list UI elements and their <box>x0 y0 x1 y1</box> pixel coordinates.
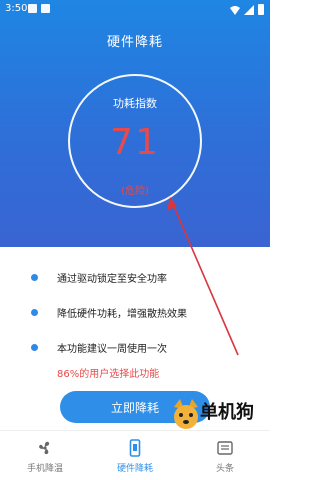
signal-icon <box>244 4 254 15</box>
bullet-icon <box>31 274 38 281</box>
status-bar: 3:50 <box>0 0 270 20</box>
tab-label: 手机降温 <box>26 464 63 474</box>
tab-label: 头条 <box>215 464 234 474</box>
tab-headlines[interactable]: 头条 <box>180 431 270 480</box>
notification-icons <box>28 4 50 13</box>
tab-phone-cooling[interactable]: 手机降温 <box>0 431 90 480</box>
phone-icon <box>129 439 141 457</box>
page-title: 硬件降耗 <box>106 35 163 50</box>
feature-text: 通过驱动锁定至安全功率 <box>57 274 167 285</box>
bullet-icon <box>31 344 38 351</box>
tab-label: 硬件降耗 <box>116 464 153 474</box>
feature-item: 降低硬件功耗，增强散热效果 <box>31 305 187 320</box>
usage-note: 86%的用户选择此功能 <box>57 369 160 380</box>
image-icon <box>41 4 50 13</box>
battery-icon <box>258 4 264 15</box>
feature-text: 本功能建议一周使用一次 <box>57 344 167 355</box>
feature-item: 本功能建议一周使用一次 <box>31 340 167 355</box>
fan-icon <box>39 441 50 455</box>
wifi-icon <box>230 5 240 15</box>
tab-hardware-power[interactable]: 硬件降耗 <box>90 431 180 480</box>
bullet-icon <box>31 309 38 316</box>
screen: 3:50 硬件降耗 功耗指数 71 (危险) 通过驱动锁定至安全功率 降低硬件功… <box>0 0 270 480</box>
gauge-label: 功耗指数 <box>113 97 157 110</box>
status-time: 3:50 <box>5 3 28 14</box>
gauge-status: (危险) <box>121 186 149 197</box>
system-icons <box>230 4 264 15</box>
bottom-nav: 手机降温 硬件降耗 头条 <box>0 430 270 480</box>
feature-item: 通过驱动锁定至安全功率 <box>31 270 167 285</box>
news-icon <box>217 441 233 455</box>
watermark-text: 单机狗 <box>200 402 254 423</box>
gauge-value: 71 <box>110 122 160 163</box>
notification-icon <box>28 4 37 13</box>
feature-text: 降低硬件功耗，增强散热效果 <box>57 309 187 320</box>
